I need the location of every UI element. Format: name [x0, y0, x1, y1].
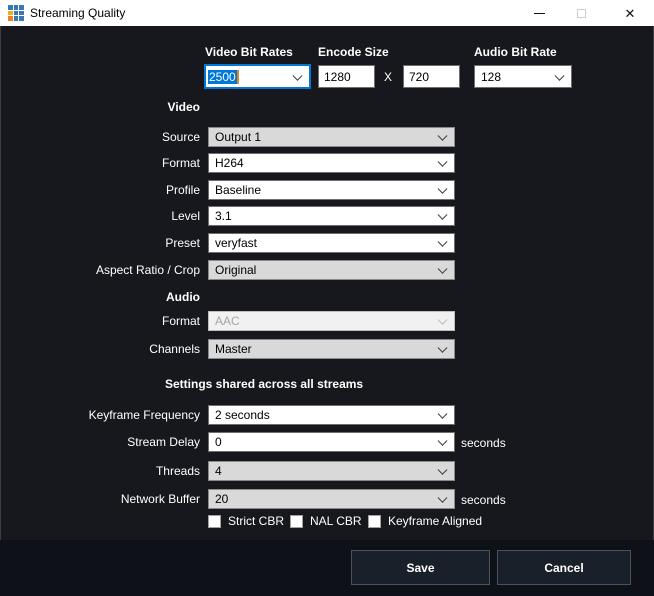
minimize-icon — [534, 13, 545, 14]
close-icon: ✕ — [625, 7, 636, 20]
chevron-down-icon — [438, 184, 448, 194]
shared-settings-heading: Settings shared across all streams — [165, 377, 363, 391]
source-value: Output 1 — [215, 130, 261, 144]
keyframe-aligned-checkbox[interactable]: Keyframe Aligned — [368, 514, 482, 528]
strict-cbr-checkbox[interactable]: Strict CBR — [208, 514, 284, 528]
window-title: Streaming Quality — [30, 6, 125, 20]
video-bit-rate-combobox[interactable]: 2500 — [204, 64, 311, 89]
keyframe-aligned-label: Keyframe Aligned — [388, 514, 482, 528]
stream-delay-value: 0 — [215, 435, 222, 449]
checkbox-box — [290, 515, 303, 528]
chevron-down-icon — [438, 315, 448, 325]
network-buffer-label: Network Buffer — [0, 492, 200, 506]
video-bit-rate-value: 2500 — [208, 70, 237, 84]
strict-cbr-label: Strict CBR — [228, 514, 284, 528]
level-combobox[interactable]: 3.1 — [208, 206, 455, 226]
stream-delay-combobox[interactable]: 0 — [208, 432, 455, 452]
chevron-down-icon — [438, 210, 448, 220]
aspect-ratio-crop-value: Original — [215, 263, 256, 277]
audio-section-heading: Audio — [0, 290, 200, 304]
encode-height-input[interactable] — [403, 65, 460, 88]
audio-format-combobox-disabled: AAC — [208, 311, 455, 331]
maximize-icon — [577, 9, 586, 18]
nal-cbr-checkbox[interactable]: NAL CBR — [290, 514, 362, 528]
chevron-down-icon — [438, 493, 448, 503]
threads-value: 4 — [215, 464, 222, 478]
close-button[interactable]: ✕ — [614, 0, 646, 26]
audio-bit-rate-combobox[interactable]: 128 — [474, 65, 572, 88]
maximize-button — [565, 0, 597, 26]
nal-cbr-label: NAL CBR — [310, 514, 362, 528]
aspect-ratio-crop-label: Aspect Ratio / Crop — [0, 263, 200, 277]
stream-delay-label: Stream Delay — [0, 435, 200, 449]
audio-bit-rate-label: Audio Bit Rate — [474, 45, 557, 59]
channels-value: Master — [215, 342, 252, 356]
chevron-down-icon — [438, 237, 448, 247]
aspect-ratio-crop-dropdown[interactable]: Original — [208, 260, 455, 280]
profile-label: Profile — [0, 183, 200, 197]
keyframe-frequency-label: Keyframe Frequency — [0, 408, 200, 422]
video-bit-rates-label: Video Bit Rates — [205, 45, 293, 59]
keyframe-frequency-value: 2 seconds — [215, 408, 270, 422]
encode-size-label: Encode Size — [318, 45, 389, 59]
preset-value: veryfast — [215, 236, 257, 250]
level-label: Level — [0, 209, 200, 223]
chevron-down-icon — [438, 343, 448, 353]
chevron-down-icon — [293, 70, 303, 80]
keyframe-frequency-combobox[interactable]: 2 seconds — [208, 405, 455, 425]
chevron-down-icon — [555, 70, 565, 80]
save-button[interactable]: Save — [351, 550, 490, 585]
preset-label: Preset — [0, 236, 200, 250]
checkbox-box — [368, 515, 381, 528]
text-caret — [237, 70, 239, 84]
threads-label: Threads — [0, 464, 200, 478]
profile-combobox[interactable]: Baseline — [208, 180, 455, 200]
chevron-down-icon — [438, 131, 448, 141]
encode-width-input[interactable] — [318, 65, 375, 88]
chevron-down-icon — [438, 409, 448, 419]
format-combobox[interactable]: H264 — [208, 153, 455, 173]
audio-format-label: Format — [0, 314, 200, 328]
preset-combobox[interactable]: veryfast — [208, 233, 455, 253]
audio-bit-rate-value: 128 — [481, 70, 501, 84]
source-dropdown[interactable]: Output 1 — [208, 127, 455, 147]
chevron-down-icon — [438, 157, 448, 167]
network-buffer-dropdown[interactable]: 20 — [208, 489, 455, 509]
streaming-quality-dialog: Streaming Quality ✕ Video Bit Rates 2500… — [0, 0, 654, 596]
vmix-logo-icon — [8, 5, 24, 21]
format-value: H264 — [215, 156, 244, 170]
level-value: 3.1 — [215, 209, 232, 223]
network-buffer-value: 20 — [215, 492, 228, 506]
audio-format-value: AAC — [215, 314, 240, 328]
channels-label: Channels — [0, 342, 200, 356]
chevron-down-icon — [438, 436, 448, 446]
cancel-button[interactable]: Cancel — [497, 550, 631, 585]
chevron-down-icon — [438, 465, 448, 475]
network-buffer-suffix: seconds — [461, 493, 506, 507]
threads-dropdown[interactable]: 4 — [208, 461, 455, 481]
channels-dropdown[interactable]: Master — [208, 339, 455, 359]
source-label: Source — [0, 130, 200, 144]
encode-size-separator: X — [384, 70, 392, 84]
stream-delay-suffix: seconds — [461, 436, 506, 450]
checkbox-box — [208, 515, 221, 528]
video-section-heading: Video — [0, 100, 200, 114]
chevron-down-icon — [438, 264, 448, 274]
format-label: Format — [0, 156, 200, 170]
title-bar: Streaming Quality ✕ — [0, 0, 654, 26]
profile-value: Baseline — [215, 183, 261, 197]
minimize-button[interactable] — [523, 0, 555, 26]
